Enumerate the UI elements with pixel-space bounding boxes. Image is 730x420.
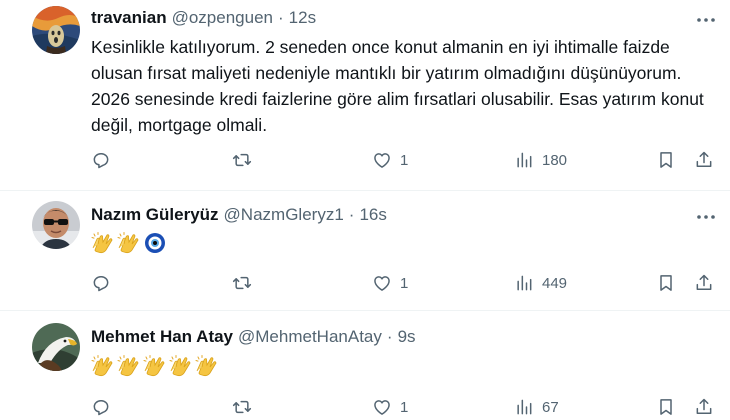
action-bar: 1 67 [0,395,730,419]
like-button[interactable]: 1 [372,271,408,295]
retweet-icon [232,400,252,414]
tweet[interactable]: Nazım Güleryüz @NazmGleryz1 · 16s 1 449 [0,191,730,308]
clapping-hands-icon [117,232,139,254]
reply-icon [93,276,109,292]
views-icon [517,275,532,291]
like-icon [374,276,390,291]
separator-dot: · [278,8,284,27]
display-name[interactable]: travanian [91,8,167,28]
retweet-button[interactable] [232,395,252,419]
timestamp[interactable]: 16s [359,205,386,225]
more-icon [697,215,715,219]
more-icon [697,18,715,22]
action-bar: 1 449 [0,271,730,295]
tweet-header: Nazım Güleryüz @NazmGleryz1 · 16s [91,205,387,225]
scream-painting-avatar-icon [32,6,80,54]
share-button[interactable] [694,395,714,419]
bookmark-icon [660,152,672,168]
like-icon [374,153,390,168]
like-icon [374,400,390,415]
clapping-hands-icon [117,355,139,377]
more-button[interactable] [694,207,718,227]
view-count: 449 [542,274,568,292]
clapping-hands-icon [143,355,165,377]
person-sunglasses-avatar-icon [32,201,80,249]
clapping-hands-icon [195,355,217,377]
bookmark-button[interactable] [656,148,676,172]
share-icon [696,151,712,167]
reply-button[interactable] [91,395,111,419]
clapping-hands-icon [91,232,113,254]
share-icon [696,398,712,414]
avatar[interactable] [32,201,80,249]
retweet-button[interactable] [232,148,252,172]
views-icon [517,152,532,168]
reply-button[interactable] [91,148,111,172]
handle[interactable]: @NazmGleryz1 [224,205,344,225]
action-bar: 1 180 [0,148,730,172]
more-button[interactable] [694,10,718,30]
display-name[interactable]: Mehmet Han Atay [91,327,233,347]
clapping-hands-icon [169,355,191,377]
emoji-row [91,231,167,255]
like-button[interactable]: 1 [372,395,408,419]
like-count: 1 [400,398,409,416]
tweet[interactable]: travanian @ozpenguen · 12s Kesinlikle ka… [0,0,730,188]
tweet[interactable]: Mehmet Han Atay @MehmetHanAtay · 9s 1 67 [0,311,730,420]
bookmark-icon [660,275,672,291]
avatar[interactable] [32,323,80,371]
timestamp[interactable]: 9s [398,327,416,347]
reply-icon [93,153,109,169]
like-count: 1 [400,274,409,292]
views-button[interactable]: 67 [514,395,559,419]
views-icon [517,399,532,415]
reply-button[interactable] [91,271,111,295]
clapping-hands-icon [91,355,113,377]
views-button[interactable]: 449 [514,271,567,295]
view-count: 67 [542,398,559,416]
eagle-avatar-icon [32,323,80,371]
separator-dot: · [386,327,393,346]
timestamp[interactable]: 12s [289,8,316,28]
share-button[interactable] [694,271,714,295]
views-button[interactable]: 180 [514,148,567,172]
share-icon [696,274,712,290]
retweet-icon [232,153,252,167]
retweet-icon [232,276,252,290]
bookmark-button[interactable] [656,271,676,295]
like-button[interactable]: 1 [372,148,408,172]
bookmark-button[interactable] [656,395,676,419]
reply-icon [93,400,109,416]
display-name[interactable]: Nazım Güleryüz [91,205,219,225]
handle[interactable]: @MehmetHanAtay [238,327,382,347]
like-count: 1 [400,151,409,169]
tweet-text: Kesinlikle katılıyorum. 2 seneden once k… [91,37,704,135]
retweet-button[interactable] [232,271,252,295]
avatar[interactable] [32,6,80,54]
tweet-header: Mehmet Han Atay @MehmetHanAtay · 9s [91,327,416,347]
nazar-amulet-icon [145,233,165,253]
bookmark-icon [660,399,672,415]
share-button[interactable] [694,148,714,172]
view-count: 180 [542,151,568,169]
handle[interactable]: @ozpenguen [172,8,273,28]
tweet-header: travanian @ozpenguen · 12s [91,8,316,28]
separator-dot: · [348,205,355,224]
emoji-row [91,354,219,378]
